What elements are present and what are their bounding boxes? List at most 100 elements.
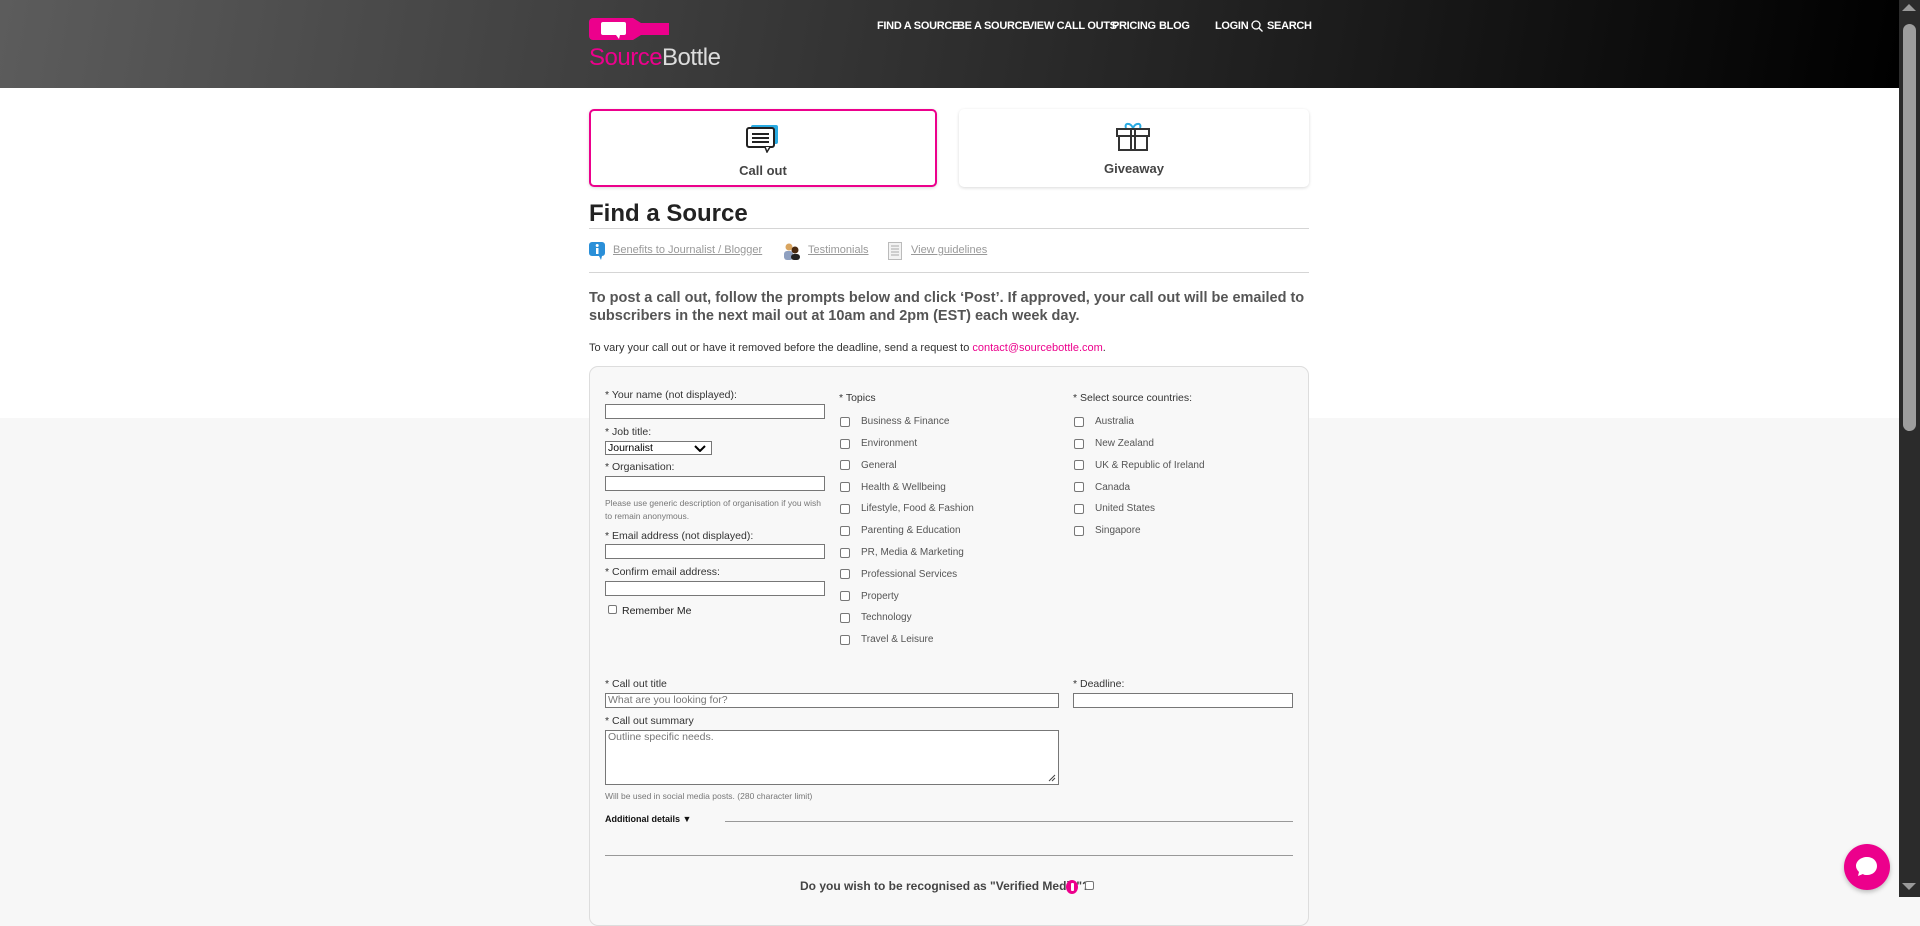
document-icon bbox=[888, 242, 902, 260]
call-out-summary-label: * Call out summary bbox=[605, 715, 694, 727]
logo[interactable]: SourceBottle bbox=[589, 18, 734, 71]
topic-checkbox[interactable] bbox=[840, 569, 850, 580]
email-input[interactable] bbox=[605, 544, 825, 559]
nav-pricing[interactable]: PRICING bbox=[1112, 20, 1156, 32]
verified-media-checkbox[interactable] bbox=[1085, 881, 1094, 890]
logo-bottle: Bottle bbox=[662, 44, 721, 71]
topic-checkbox[interactable] bbox=[840, 416, 850, 427]
scroll-up-icon[interactable] bbox=[1902, 4, 1916, 11]
organisation-label: * Organisation: bbox=[605, 461, 675, 473]
countries-label: * Select source countries: bbox=[1073, 392, 1193, 404]
scrollbar[interactable] bbox=[1899, 0, 1920, 897]
card-giveaway-label: Giveaway bbox=[1104, 161, 1164, 176]
confirm-email-input[interactable] bbox=[605, 581, 825, 596]
topic-checkbox[interactable] bbox=[840, 438, 850, 449]
job-title-value: Journalist bbox=[608, 442, 653, 454]
topic-option[interactable]: Business & Finance bbox=[840, 413, 949, 431]
topic-option[interactable]: Property bbox=[840, 587, 899, 605]
gift-icon bbox=[1116, 122, 1150, 151]
country-option[interactable]: United States bbox=[1074, 500, 1155, 518]
deadline-input[interactable] bbox=[1073, 693, 1293, 708]
view-guidelines-link[interactable]: View guidelines bbox=[911, 244, 987, 256]
topic-checkbox[interactable] bbox=[840, 525, 850, 536]
organisation-input[interactable] bbox=[605, 476, 825, 491]
job-title-label: * Job title: bbox=[605, 426, 652, 438]
country-option[interactable]: Canada bbox=[1074, 478, 1130, 496]
remember-me-label: Remember Me bbox=[622, 605, 692, 617]
call-out-title-label: * Call out title bbox=[605, 678, 667, 690]
nav-find-a-source[interactable]: FIND A SOURCE bbox=[877, 20, 959, 32]
country-label: New Zealand bbox=[1095, 438, 1154, 450]
nav-login[interactable]: LOGIN bbox=[1215, 20, 1249, 32]
card-call-out[interactable]: Call out bbox=[589, 109, 937, 187]
country-option[interactable]: New Zealand bbox=[1074, 435, 1154, 453]
vary-text-period: . bbox=[1102, 342, 1106, 354]
topic-checkbox[interactable] bbox=[840, 591, 850, 602]
country-label: UK & Republic of Ireland bbox=[1095, 459, 1205, 471]
logo-source: Source bbox=[589, 44, 663, 71]
country-label: Australia bbox=[1095, 416, 1134, 428]
divider bbox=[589, 272, 1309, 273]
divider bbox=[605, 855, 1293, 856]
call-out-summary-textarea[interactable]: Outline specific needs. bbox=[605, 730, 1059, 785]
card-giveaway[interactable]: Giveaway bbox=[959, 109, 1309, 187]
scrollbar-thumb[interactable] bbox=[1903, 24, 1916, 431]
additional-details-toggle[interactable]: Additional details ▼ bbox=[605, 814, 691, 824]
topic-checkbox[interactable] bbox=[840, 612, 850, 623]
topic-label: Professional Services bbox=[861, 568, 958, 580]
topic-option[interactable]: Health & Wellbeing bbox=[840, 478, 946, 496]
country-checkbox[interactable] bbox=[1074, 416, 1084, 427]
country-checkbox[interactable] bbox=[1074, 460, 1084, 471]
call-out-title-input[interactable]: What are you looking for? bbox=[605, 693, 1059, 708]
country-checkbox[interactable] bbox=[1074, 438, 1084, 449]
nav-search[interactable]: SEARCH bbox=[1267, 20, 1312, 32]
nav-view-call-outs[interactable]: VIEW CALL OUTS bbox=[1027, 20, 1117, 32]
divider bbox=[589, 228, 1309, 229]
topic-label: Parenting & Education bbox=[861, 525, 961, 537]
verified-media-label: Do you wish to be recognised as "Verifie… bbox=[800, 879, 1090, 893]
topic-checkbox[interactable] bbox=[840, 547, 850, 558]
country-checkbox[interactable] bbox=[1074, 482, 1084, 493]
country-option[interactable]: UK & Republic of Ireland bbox=[1074, 457, 1205, 475]
job-title-select[interactable]: Journalist bbox=[605, 441, 712, 455]
topic-label: Health & Wellbeing bbox=[861, 481, 946, 493]
topic-option[interactable]: Environment bbox=[840, 435, 917, 453]
benefits-link[interactable]: Benefits to Journalist / Blogger bbox=[613, 244, 762, 256]
additional-details-label: Additional details bbox=[605, 814, 681, 824]
topic-checkbox[interactable] bbox=[840, 634, 850, 645]
testimonials-link[interactable]: Testimonials bbox=[808, 244, 869, 256]
scroll-down-icon[interactable] bbox=[1902, 883, 1916, 890]
topic-option[interactable]: Parenting & Education bbox=[840, 522, 961, 540]
topic-label: Lifestyle, Food & Fashion bbox=[861, 503, 974, 515]
contact-email-link[interactable]: contact@sourcebottle.com bbox=[972, 342, 1102, 354]
name-input[interactable] bbox=[605, 404, 825, 419]
country-option[interactable]: Singapore bbox=[1074, 522, 1141, 540]
info-icon[interactable] bbox=[1066, 880, 1078, 894]
topic-option[interactable]: PR, Media & Marketing bbox=[840, 544, 964, 562]
topic-option[interactable]: Lifestyle, Food & Fashion bbox=[840, 500, 974, 518]
topic-option[interactable]: Technology bbox=[840, 609, 912, 627]
country-label: Singapore bbox=[1095, 525, 1141, 537]
organisation-hint: Please use generic description of organi… bbox=[605, 498, 821, 521]
country-option[interactable]: Australia bbox=[1074, 413, 1134, 431]
search-icon[interactable] bbox=[1251, 20, 1263, 32]
remember-me-checkbox[interactable] bbox=[608, 605, 617, 614]
nav-blog[interactable]: BLOG bbox=[1159, 20, 1190, 32]
topic-option[interactable]: General bbox=[840, 457, 897, 475]
country-checkbox[interactable] bbox=[1074, 525, 1084, 536]
resize-handle-icon[interactable] bbox=[1048, 774, 1056, 782]
topic-checkbox[interactable] bbox=[840, 482, 850, 493]
topic-checkbox[interactable] bbox=[840, 460, 850, 471]
email-label: * Email address (not displayed): bbox=[605, 530, 754, 542]
country-checkbox[interactable] bbox=[1074, 503, 1084, 514]
topic-checkbox[interactable] bbox=[840, 503, 850, 514]
topic-label: Business & Finance bbox=[861, 416, 950, 428]
divider bbox=[725, 821, 1293, 822]
deadline-label: * Deadline: bbox=[1073, 678, 1125, 690]
topic-option[interactable]: Travel & Leisure bbox=[840, 631, 933, 649]
topic-label: Property bbox=[861, 590, 899, 602]
nav-be-a-source[interactable]: BE A SOURCE bbox=[957, 20, 1030, 32]
topic-option[interactable]: Professional Services bbox=[840, 566, 957, 584]
chat-button[interactable] bbox=[1844, 844, 1890, 890]
topic-label: PR, Media & Marketing bbox=[861, 547, 964, 559]
